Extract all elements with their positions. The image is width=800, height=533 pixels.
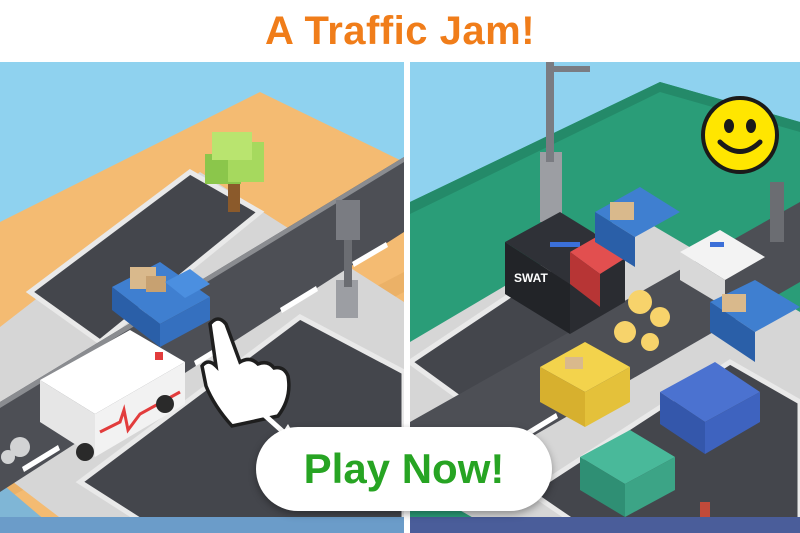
play-now-button[interactable]: Play Now!	[256, 427, 552, 511]
swat-label: SWAT	[514, 271, 548, 285]
title-bar: A Traffic Jam!	[0, 0, 800, 62]
smiley-icon	[701, 96, 779, 174]
play-now-label: Play Now!	[303, 445, 505, 492]
page-title: A Traffic Jam!	[264, 8, 536, 53]
